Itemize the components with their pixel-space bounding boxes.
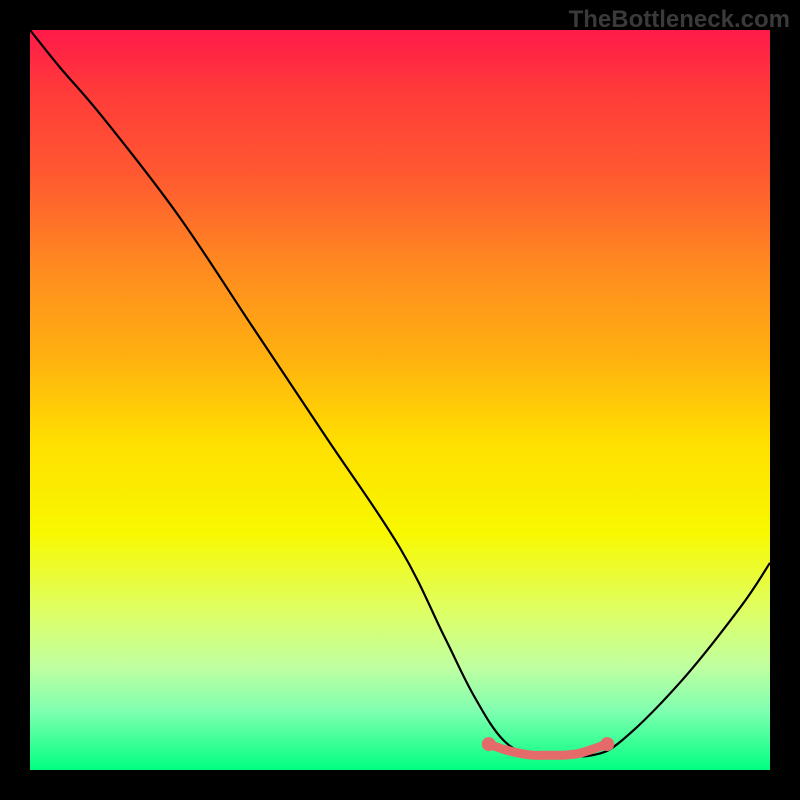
chart-container: TheBottleneck.com [0, 0, 800, 800]
watermark-text: TheBottleneck.com [569, 6, 790, 34]
curve-svg [30, 30, 770, 770]
highlight-endpoint-right [600, 737, 614, 751]
plot-area [30, 30, 770, 770]
highlight-flat-region [489, 744, 607, 755]
highlight-endpoint-left [482, 737, 496, 751]
bottleneck-curve [30, 30, 770, 756]
